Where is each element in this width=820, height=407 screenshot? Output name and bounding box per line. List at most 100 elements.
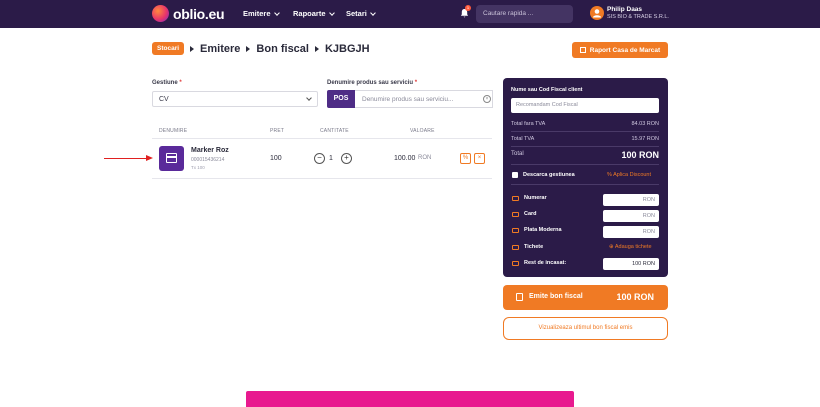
receipt-icon xyxy=(516,293,523,301)
gestiune-label-text: Gestiune xyxy=(152,80,178,86)
add-ticket-link[interactable]: ⊕ Adauga tichete xyxy=(609,244,652,250)
breadcrumb: Stocari Emitere Bon fiscal KJBGJH xyxy=(152,42,370,55)
user-name[interactable]: Philip Daas xyxy=(607,6,642,13)
product-box-icon xyxy=(159,146,184,171)
total-fara-tva-value: 84.03 RON xyxy=(631,121,659,127)
total-tva-label: Total TVA xyxy=(511,136,535,142)
total-tva-value: 15.97 RON xyxy=(631,136,659,142)
chevron-down-icon xyxy=(370,9,376,16)
cash-icon xyxy=(512,196,519,201)
produs-label-text: Denumire produs sau serviciu xyxy=(327,80,414,86)
pos-button[interactable]: POS xyxy=(327,90,355,108)
column-header-valoare: VALOARE xyxy=(410,128,435,134)
menu-emitere[interactable]: Emitere xyxy=(243,9,280,18)
menu-setari[interactable]: Setari xyxy=(346,9,376,18)
breadcrumb-tag[interactable]: Stocari xyxy=(152,42,185,55)
gestiune-label: Gestiune * xyxy=(152,80,182,86)
breadcrumb-item-emitere[interactable]: Emitere xyxy=(200,43,240,55)
payment-moderna-input[interactable]: RON xyxy=(603,226,659,238)
chevron-down-icon xyxy=(273,9,280,16)
user-company: SIS BIO & TRADE S.R.L. xyxy=(607,14,669,20)
client-input[interactable]: Recomandam Cod Fiscal xyxy=(511,98,659,113)
report-button[interactable]: Raport Casa de Marcat xyxy=(572,42,668,58)
divider xyxy=(511,164,659,165)
breadcrumb-arrow-icon xyxy=(314,45,319,52)
emit-receipt-button[interactable]: Emite bon fiscal 100 RON xyxy=(503,285,668,310)
descarca-label: Descarca gestiunea xyxy=(523,172,575,178)
rest-input[interactable]: 100 RON xyxy=(603,258,659,270)
breadcrumb-arrow-icon xyxy=(246,45,251,52)
gestiune-value: CV xyxy=(159,96,169,103)
view-last-receipt-button[interactable]: Vizualizeaza ultimul bon fiscal emis xyxy=(503,317,668,340)
payment-card-input[interactable]: RON xyxy=(603,210,659,222)
breadcrumb-item-current: KJBGJH xyxy=(324,42,370,55)
gestiune-select[interactable]: CV xyxy=(152,91,318,107)
menu-rapoarte-label: Rapoarte xyxy=(293,9,326,18)
product-search-input[interactable]: Denumire produs sau serviciu... xyxy=(355,90,493,108)
rest-icon xyxy=(512,261,519,266)
search-input[interactable]: Cautare rapida ... xyxy=(476,5,573,23)
divider xyxy=(152,178,492,179)
column-header-pret: PRET xyxy=(270,128,285,134)
menu-rapoarte[interactable]: Rapoarte xyxy=(293,9,335,18)
user-icon xyxy=(593,9,601,18)
payment-tichete-label: Tichete xyxy=(524,244,544,250)
emit-receipt-label: Emite bon fiscal xyxy=(529,293,583,300)
logo-text: oblio.eu xyxy=(173,5,225,22)
add-ticket-label: Adauga tichete xyxy=(614,244,652,250)
required-mark: * xyxy=(179,80,182,86)
divider xyxy=(152,138,492,139)
payment-numerar-input[interactable]: RON xyxy=(603,194,659,206)
payment-moderna-label: Plata Moderna xyxy=(524,227,562,233)
annotation-arrow-head xyxy=(146,155,153,161)
total-fara-tva-label: Total fara TVA xyxy=(511,121,546,127)
product-code: 000015436214 xyxy=(191,157,225,163)
chevron-down-icon xyxy=(306,95,312,101)
product-value: 100.00 xyxy=(394,155,416,162)
product-price: 100 xyxy=(270,155,282,162)
top-navbar: oblio.eu Emitere Rapoarte Setari 1 Cauta… xyxy=(0,0,820,28)
delete-icon[interactable]: × xyxy=(474,153,485,164)
receipt-panel: Nume sau Cod Fiscal client Recomandam Co… xyxy=(503,78,668,277)
chevron-down-icon xyxy=(328,9,335,16)
clear-icon[interactable]: × xyxy=(483,95,491,103)
breadcrumb-item-bon-fiscal[interactable]: Bon fiscal xyxy=(256,43,309,55)
column-header-denumire: DENUMIRE xyxy=(159,128,188,134)
product-tax: Tx 100 xyxy=(191,165,205,170)
descarca-checkbox[interactable] xyxy=(512,172,518,178)
menu-emitere-label: Emitere xyxy=(243,9,271,18)
produs-label: Denumire produs sau serviciu * xyxy=(327,80,417,86)
client-label: Nume sau Cod Fiscal client xyxy=(511,87,583,93)
divider xyxy=(511,184,659,185)
apply-discount-link[interactable]: % Aplica Discount xyxy=(607,172,651,178)
divider xyxy=(511,131,659,132)
required-mark: * xyxy=(414,80,418,86)
product-name: Marker Roz xyxy=(191,147,229,154)
decrease-quantity-button[interactable]: − xyxy=(314,153,325,164)
breadcrumb-arrow-icon xyxy=(190,45,195,52)
logo-mark-icon xyxy=(152,5,169,22)
divider xyxy=(511,146,659,147)
avatar[interactable] xyxy=(590,6,604,20)
bottom-banner[interactable] xyxy=(246,391,574,407)
report-button-label: Raport Casa de Marcat xyxy=(589,46,661,54)
column-header-cantitate: CANTITATE xyxy=(320,128,349,134)
box-shape xyxy=(166,153,177,163)
total-label: Total xyxy=(511,151,524,157)
annotation-arrow xyxy=(104,158,148,159)
ticket-icon xyxy=(512,245,519,250)
chart-icon xyxy=(579,47,586,53)
logo[interactable]: oblio.eu xyxy=(152,5,225,22)
payment-card-label: Card xyxy=(524,211,537,217)
emit-receipt-amount: 100 RON xyxy=(616,292,654,302)
payment-numerar-label: Numerar xyxy=(524,195,547,201)
card-icon xyxy=(512,212,519,217)
product-quantity[interactable]: 1 xyxy=(329,155,333,162)
product-currency: RON xyxy=(418,155,432,161)
increase-quantity-button[interactable]: + xyxy=(341,153,352,164)
notification-badge: 1 xyxy=(465,5,471,11)
modern-payment-icon xyxy=(512,228,519,233)
menu-setari-label: Setari xyxy=(346,9,367,18)
discount-icon[interactable]: % xyxy=(460,153,471,164)
rest-label: Rest de incasat: xyxy=(524,260,567,266)
